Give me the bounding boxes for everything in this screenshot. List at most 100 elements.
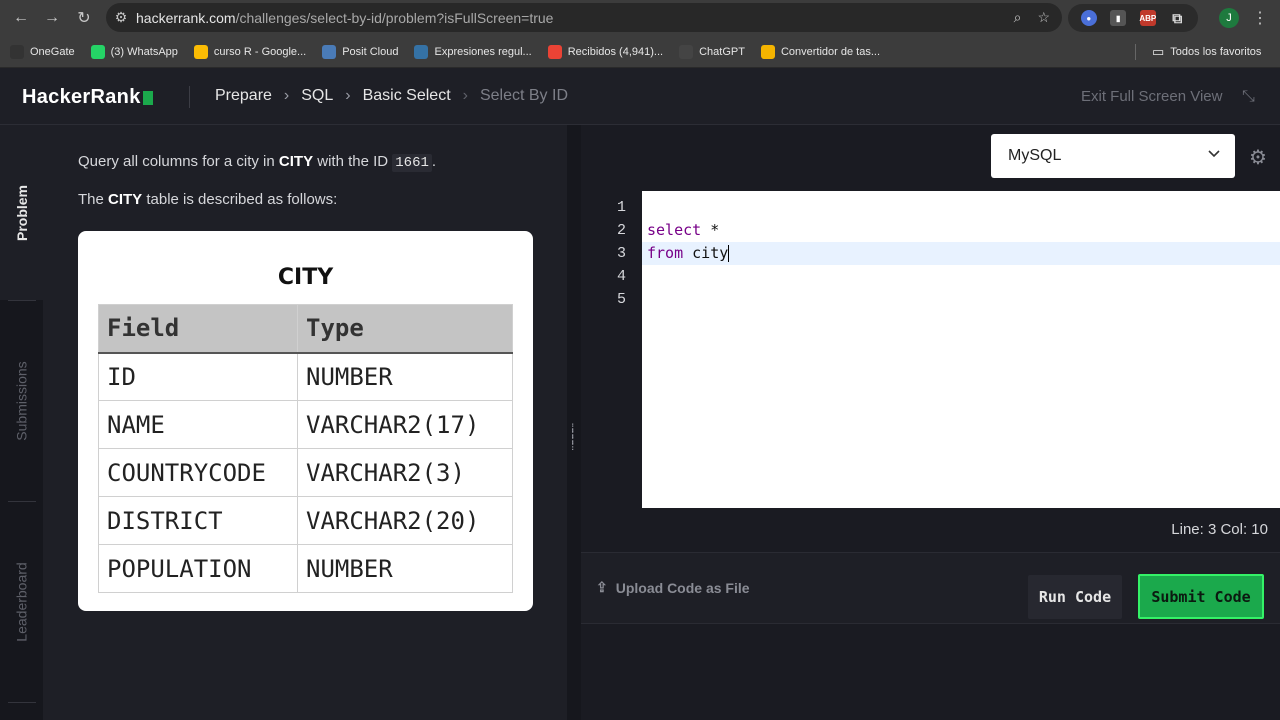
chevron-right-icon: › xyxy=(462,87,468,104)
line-number: 1 xyxy=(616,199,626,216)
upload-code-link[interactable]: ⇪ Upload Code as File xyxy=(596,579,750,596)
problem-statement: Query all columns for a city in CITY wit… xyxy=(78,153,437,172)
logo-mark-icon xyxy=(142,90,153,105)
bookmark-label: OneGate xyxy=(30,45,75,58)
gear-icon[interactable]: ⚙ xyxy=(1249,145,1267,170)
pane-splitter[interactable]: ⁞ ⁞ ⁞ ⁞ xyxy=(567,125,581,720)
whatsapp-icon xyxy=(90,44,105,59)
back-icon[interactable]: ← xyxy=(5,2,37,34)
extension-icon[interactable]: ▮ xyxy=(1110,10,1127,26)
rail-divider xyxy=(8,702,36,703)
tab-problem-label: Problem xyxy=(13,184,30,241)
chatgpt-icon xyxy=(679,44,694,59)
bookmark-label: curso R - Google... xyxy=(213,45,307,58)
run-code-button[interactable]: Run Code xyxy=(1028,575,1122,619)
table-row: NAME VARCHAR2(17) xyxy=(98,400,513,449)
breadcrumb-sql[interactable]: SQL xyxy=(301,87,333,105)
folder-icon: ▭ xyxy=(1152,44,1165,59)
bookmark-item[interactable]: (3) WhatsApp xyxy=(90,44,178,59)
bookmark-item[interactable]: Posit Cloud xyxy=(322,44,399,59)
city-table-image: CITY Field Type ID NUMBER NAME VARCHAR2(17)… xyxy=(78,231,533,611)
text-cursor xyxy=(728,245,730,262)
code-editor[interactable]: select * from city xyxy=(642,191,1280,508)
line-number-gutter: 1 2 3 4 5 xyxy=(581,191,642,508)
bookmark-label: Recibidos (4,941)... xyxy=(567,45,664,58)
bookmark-item[interactable]: curso R - Google... xyxy=(193,44,307,59)
line-number: 3 xyxy=(616,245,626,262)
type-cell: VARCHAR2(3) xyxy=(297,448,513,497)
google-drive-icon xyxy=(193,44,208,59)
code-line[interactable] xyxy=(642,288,1280,311)
field-cell: COUNTRYCODE xyxy=(98,448,298,497)
chevron-right-icon: › xyxy=(283,87,290,104)
site-settings-icon[interactable]: ⚙ xyxy=(106,9,136,26)
type-cell: NUMBER xyxy=(297,544,513,593)
table-row: DISTRICT VARCHAR2(20) xyxy=(98,496,513,545)
bookmark-label: Posit Cloud xyxy=(342,45,399,58)
reload-icon[interactable]: ↻ xyxy=(68,2,100,34)
field-cell: ID xyxy=(98,352,298,401)
line-number: 2 xyxy=(616,222,626,239)
all-bookmarks[interactable]: ▭ Todos los favoritos xyxy=(1152,36,1261,68)
code-line-active[interactable]: from city xyxy=(642,242,1280,265)
table-row: ID NUMBER xyxy=(98,352,513,401)
editor-pane: MySQL ⚙ 1 2 3 4 5 select * from city Lin… xyxy=(581,125,1280,720)
bookmark-item[interactable]: Recibidos (4,941)... xyxy=(547,44,664,59)
chevron-down-icon xyxy=(1207,146,1221,165)
type-cell: VARCHAR2(20) xyxy=(297,496,513,545)
language-select[interactable]: MySQL xyxy=(991,134,1235,178)
avatar[interactable]: J xyxy=(1219,8,1239,28)
column-header-type: Type xyxy=(297,304,513,354)
exit-fullscreen-link[interactable]: Exit Full Screen View xyxy=(1081,88,1222,105)
code-line[interactable] xyxy=(642,196,1280,219)
tab-leaderboard-label: Leaderboard xyxy=(13,562,30,642)
gmail-icon xyxy=(547,44,562,59)
field-cell: POPULATION xyxy=(98,544,298,593)
submit-code-button[interactable]: Submit Code xyxy=(1138,574,1264,619)
table-row: COUNTRYCODE VARCHAR2(3) xyxy=(98,448,513,497)
line-number: 5 xyxy=(616,291,626,308)
code-line[interactable] xyxy=(642,265,1280,288)
bookmark-item[interactable]: Expresiones regul... xyxy=(414,44,532,59)
table-row: POPULATION NUMBER xyxy=(98,544,513,593)
more-menu-icon[interactable]: ⋮ xyxy=(1252,8,1268,28)
hackerrank-logo[interactable]: HackerRank xyxy=(22,86,153,109)
extension-icon[interactable]: ● xyxy=(1080,10,1097,26)
city-schema-table: Field Type ID NUMBER NAME VARCHAR2(17) COUNT… xyxy=(98,304,513,593)
bookmarks-bar: OneGate (3) WhatsApp curso R - Google... Po… xyxy=(0,36,1280,68)
onegate-icon xyxy=(10,44,24,59)
upload-code-label: Upload Code as File xyxy=(615,579,750,596)
bookmark-item[interactable]: Convertidor de tas... xyxy=(760,44,881,59)
language-select-value: MySQL xyxy=(1008,147,1062,164)
puzzle-icon[interactable]: ⧉ xyxy=(1169,10,1185,26)
field-cell: NAME xyxy=(98,400,298,449)
bookmark-star-icon[interactable]: ☆ xyxy=(1037,9,1050,26)
collapse-icon[interactable]: ⤡ xyxy=(1242,88,1255,106)
table-description: The CITY table is described as follows: xyxy=(78,191,338,208)
python-icon xyxy=(414,44,429,59)
forward-icon[interactable]: → xyxy=(36,2,68,34)
breadcrumb-basic-select[interactable]: Basic Select xyxy=(363,87,451,105)
address-bar[interactable]: ⚙ hackerrank.com/challenges/select-by-id… xyxy=(106,3,1062,32)
field-cell: DISTRICT xyxy=(98,496,298,545)
drag-handle-icon[interactable]: ⁞ ⁞ ⁞ ⁞ xyxy=(571,422,577,452)
code-line[interactable]: select * xyxy=(642,219,1280,242)
bookmarks-divider xyxy=(1135,44,1136,60)
adblock-icon[interactable]: ABP xyxy=(1139,10,1156,26)
extensions-area: ● ▮ ABP ⧉ xyxy=(1068,4,1198,32)
posit-cloud-icon xyxy=(322,44,337,59)
tab-leaderboard[interactable]: Leaderboard xyxy=(0,502,43,702)
bookmark-label: Convertidor de tas... xyxy=(780,45,881,58)
bookmark-item[interactable]: OneGate xyxy=(10,44,75,59)
line-number: 4 xyxy=(616,268,626,285)
tab-submissions[interactable]: Submissions xyxy=(0,301,43,501)
zoom-icon[interactable]: ⌕ xyxy=(1014,9,1022,26)
editor-actions-bar: ⇪ Upload Code as File Run Code Submit Co… xyxy=(581,552,1280,624)
type-cell: VARCHAR2(17) xyxy=(297,400,513,449)
bookmark-item[interactable]: ChatGPT xyxy=(679,44,745,59)
breadcrumb-prepare[interactable]: Prepare xyxy=(215,87,272,105)
bookmark-label: (3) WhatsApp xyxy=(110,45,178,58)
url-text: hackerrank.com/challenges/select-by-id/p… xyxy=(136,9,554,26)
problem-pane: Query all columns for a city in CITY wit… xyxy=(43,125,567,720)
tab-problem[interactable]: Problem xyxy=(0,125,43,300)
